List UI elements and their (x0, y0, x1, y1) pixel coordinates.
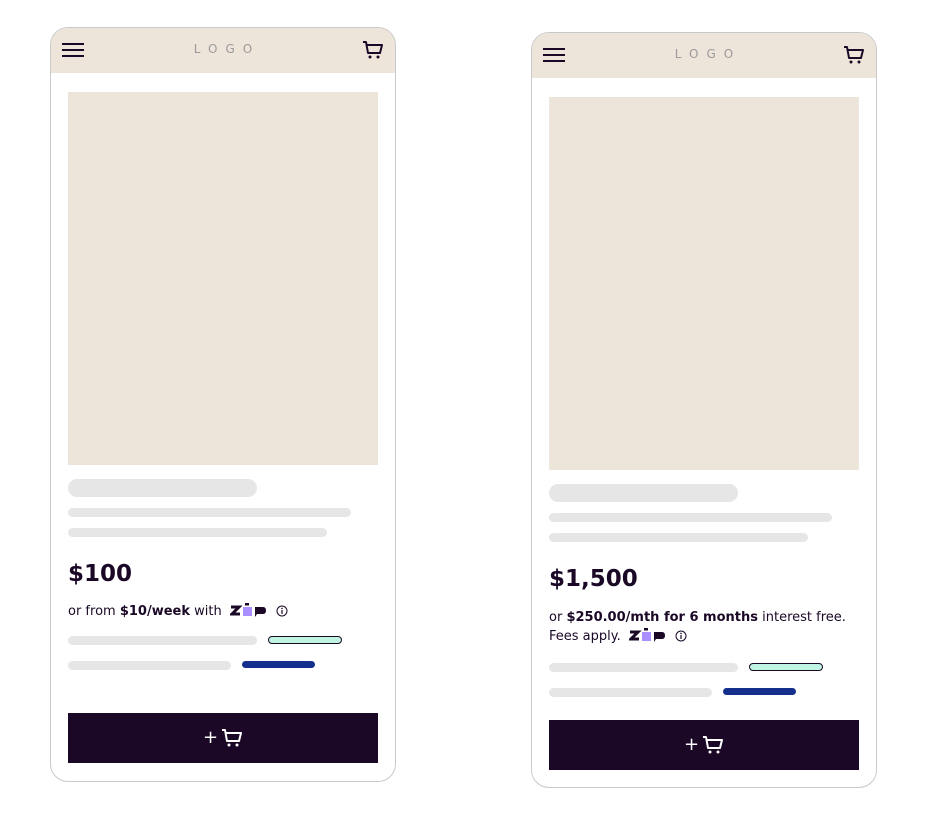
zip-finance-text: or from $10/week with (68, 602, 288, 621)
payment-option-skeleton (68, 661, 231, 670)
add-to-cart-label: + (683, 734, 700, 755)
product-price: $1,500 (549, 566, 638, 592)
info-icon[interactable] (276, 605, 288, 617)
product-image-placeholder (549, 97, 859, 470)
zip-logo-icon (628, 628, 665, 642)
payment-option-pill (723, 688, 796, 695)
add-to-cart-button[interactable]: + (549, 720, 859, 770)
cart-icon[interactable] (362, 40, 384, 60)
finance-prefix: or (549, 610, 567, 625)
zip-logo-icon (229, 603, 266, 617)
payment-option-skeleton (549, 688, 712, 697)
finance-suffix: with (190, 604, 222, 619)
cart-icon (703, 736, 724, 754)
payment-option-pill (268, 636, 342, 644)
payment-option-skeleton (549, 663, 738, 672)
product-title-skeleton (68, 479, 257, 497)
product-price: $100 (68, 561, 133, 587)
info-icon[interactable] (675, 630, 687, 642)
product-desc-skeleton (68, 508, 351, 517)
product-desc-skeleton (549, 533, 808, 542)
zip-finance-text: or $250.00/mth for 6 months interest fre… (549, 608, 864, 646)
header: LOGO (532, 33, 876, 78)
payment-option-skeleton (68, 636, 257, 645)
product-page-monthly: LOGO $1,500 or $250.00/mth for 6 months … (531, 32, 877, 788)
add-to-cart-label: + (202, 727, 219, 748)
logo[interactable]: LOGO (51, 42, 395, 56)
product-title-skeleton (549, 484, 738, 502)
product-desc-skeleton (68, 528, 327, 537)
cart-icon (222, 729, 243, 747)
product-desc-skeleton (549, 513, 832, 522)
logo[interactable]: LOGO (532, 47, 876, 61)
cart-icon[interactable] (843, 45, 865, 65)
header: LOGO (51, 28, 395, 73)
payment-option-pill (749, 663, 823, 671)
product-image-placeholder (68, 92, 378, 465)
finance-prefix: or from (68, 604, 120, 619)
product-page-weekly: LOGO $100 or from $10/week with + (50, 27, 396, 782)
payment-option-pill (242, 661, 315, 668)
finance-amount: $10/week (119, 604, 191, 619)
finance-amount: $250.00/mth for 6 months (566, 610, 758, 625)
add-to-cart-button[interactable]: + (68, 713, 378, 763)
